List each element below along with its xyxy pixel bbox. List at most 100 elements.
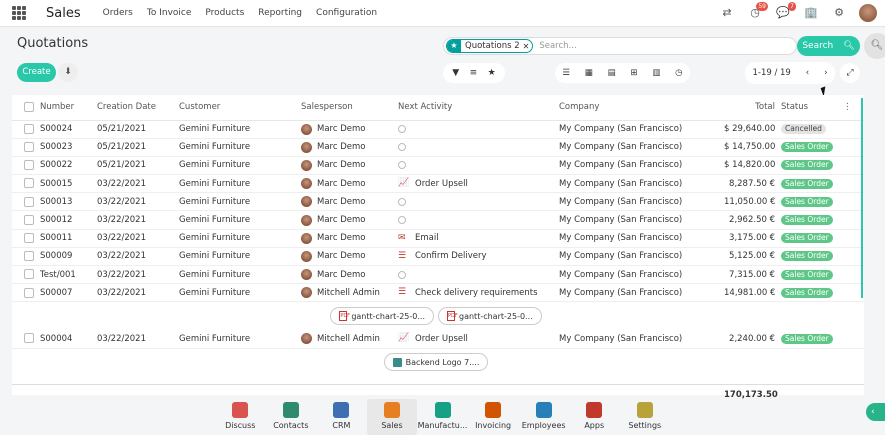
search-button[interactable]: Search 🔍︎ (797, 36, 860, 56)
header-number[interactable]: Number (40, 95, 97, 121)
kanban-view-icon[interactable]: ▦ (585, 68, 593, 78)
search-box[interactable]: ★ Quotations 2 ✕ Search... (443, 37, 797, 55)
graph-view-icon[interactable]: ▥ (652, 68, 660, 78)
row-checkbox[interactable] (24, 251, 34, 262)
language-switch-icon[interactable]: ⇄ (719, 5, 735, 21)
group-by-icon[interactable]: ≡ (470, 68, 478, 78)
header-customer[interactable]: Customer (179, 95, 301, 121)
chevron-left-icon[interactable]: ‹ (866, 403, 885, 421)
menu-configuration[interactable]: Configuration (316, 8, 377, 18)
row-checkbox[interactable] (24, 333, 34, 344)
row-checkbox[interactable] (24, 214, 34, 225)
row-checkbox[interactable] (24, 142, 34, 153)
table-row[interactable]: S00007 03/22/2021 Gemini Furniture Mitchell… (12, 283, 864, 303)
apps-menu-icon[interactable] (12, 6, 26, 20)
activity-clock-icon[interactable] (398, 143, 406, 152)
pager-previous-icon[interactable]: ‹ (806, 68, 809, 78)
dock-app-label: Discuss (225, 421, 256, 430)
table-row[interactable]: S00012 03/22/2021 Gemini Furniture Marc Dem… (12, 210, 864, 230)
email-envelope-icon[interactable]: ✉ (398, 233, 410, 243)
row-checkbox[interactable] (24, 232, 34, 243)
pager-next-icon[interactable]: › (824, 68, 827, 78)
dock-app-sales[interactable]: Sales (366, 399, 418, 435)
table-row[interactable]: S00023 05/21/2021 Gemini Furniture Marc Dem… (12, 138, 864, 157)
pivot-view-icon[interactable]: ⊞ (630, 68, 637, 78)
list-view-icon[interactable]: ☰ (562, 68, 570, 78)
table-row[interactable]: S00013 03/22/2021 Gemini Furniture Marc Dem… (12, 192, 864, 212)
user-avatar[interactable] (859, 4, 877, 22)
dock-app-settings[interactable]: Settings (620, 399, 671, 435)
upsell-chart-icon[interactable]: 📈 (398, 334, 410, 343)
scrollbar[interactable] (861, 98, 863, 298)
row-checkbox[interactable] (24, 160, 34, 171)
row-checkbox[interactable] (24, 123, 34, 134)
table-row[interactable]: S00022 05/21/2021 Gemini Furniture Marc Dem… (12, 156, 864, 176)
menu-to-invoice[interactable]: To Invoice (147, 8, 192, 18)
dock-app-apps[interactable]: Apps (569, 399, 620, 435)
table-row[interactable]: Test/001 03/22/2021 Gemini Furniture Marc D… (12, 265, 864, 285)
menu-orders[interactable]: Orders (103, 8, 133, 18)
expand-icon[interactable]: ⤢ (840, 63, 860, 83)
dock-app-manufactu[interactable]: Manufactu... (417, 399, 468, 435)
menu-products[interactable]: Products (205, 8, 244, 18)
view-switcher: ☰ ▦ ▤ ⊞ ▥ ◷ (555, 63, 690, 83)
cell-total: 8,287.50 € (724, 174, 781, 194)
create-button[interactable]: Create (17, 63, 56, 82)
todo-list-icon[interactable]: ☰ (398, 251, 410, 261)
table-row[interactable]: S00024 05/21/2021 Gemini Furniture Marc Dem… (12, 120, 864, 139)
dock-app-employees[interactable]: Employees (518, 399, 569, 435)
cell-next-activity: Check delivery requirements (415, 287, 538, 298)
pager: 1-19 / 19 ‹ › (745, 62, 835, 84)
header-total[interactable]: Total (724, 95, 781, 121)
calendar-view-icon[interactable]: ▤ (608, 68, 616, 78)
table-row[interactable]: S00015 03/22/2021 Gemini Furniture Marc Dem… (12, 174, 864, 194)
header-company[interactable]: Company (559, 95, 724, 121)
dock-app-label: Manufactu... (417, 421, 468, 430)
header-salesperson[interactable]: Salesperson (301, 95, 398, 121)
messages-icon[interactable]: 💬 7 (775, 2, 796, 21)
company-building-icon[interactable]: 🏢 (803, 5, 819, 21)
cell-company: My Company (San Francisco) (559, 192, 724, 212)
download-icon[interactable]: ⬇ (58, 63, 78, 82)
filter-icon[interactable]: ▼ (452, 68, 459, 78)
activity-view-icon[interactable]: ◷ (675, 68, 682, 78)
todo-list-icon[interactable]: ☰ (398, 288, 410, 297)
app-brand[interactable]: Sales (46, 6, 81, 21)
activity-clock-icon[interactable] (398, 270, 406, 279)
activity-clock-icon[interactable]: ◷ 59 (747, 2, 768, 21)
dock-app-invoicing[interactable]: Invoicing (468, 399, 519, 435)
remove-facet-icon[interactable]: ✕ (523, 42, 533, 51)
header-next-activity[interactable]: Next Activity (398, 95, 559, 121)
attachment-chip[interactable]: PDF gantt-chart-25-0... (330, 307, 434, 326)
menu-reporting[interactable]: Reporting (258, 8, 302, 18)
activity-clock-icon[interactable] (398, 216, 406, 225)
table-row[interactable]: S00011 03/22/2021 Gemini Furniture Marc Dem… (12, 229, 864, 248)
side-search-icon[interactable]: 🔍︎ (864, 33, 885, 59)
select-all-checkbox[interactable] (24, 102, 34, 112)
attachment-chip[interactable]: Backend Logo 7.... (383, 353, 489, 372)
row-checkbox[interactable] (24, 196, 34, 207)
dock-app-discuss[interactable]: Discuss (215, 399, 266, 435)
row-checkbox[interactable] (24, 269, 34, 280)
settings-gear-icon[interactable]: ⚙ (831, 5, 847, 21)
cell-salesperson: Marc Demo (317, 178, 366, 189)
dock-app-contacts[interactable]: Contacts (266, 399, 317, 435)
header-creation-date[interactable]: Creation Date (97, 95, 179, 121)
activity-clock-icon[interactable] (398, 161, 406, 170)
favorites-star-icon[interactable]: ★ (488, 68, 496, 78)
cell-creation-date: 03/22/2021 (97, 192, 179, 212)
activity-clock-icon[interactable] (398, 197, 406, 206)
row-checkbox[interactable] (24, 287, 34, 298)
attachment-chip[interactable]: PDF gantt-chart-25-0... (438, 307, 542, 326)
activity-clock-icon[interactable] (398, 125, 406, 134)
table-row[interactable]: S00009 03/22/2021 Gemini Furniture Marc Dem… (12, 247, 864, 267)
header-status[interactable]: Status (781, 95, 843, 121)
app-icon (232, 402, 249, 418)
search-input[interactable]: Search... (539, 41, 576, 51)
table-row[interactable]: S00004 03/22/2021 Gemini Furniture Mitchell… (12, 329, 864, 349)
dock-app-crm[interactable]: CRM (316, 399, 367, 435)
salesperson-avatar (301, 178, 312, 190)
row-checkbox[interactable] (24, 178, 34, 189)
upsell-chart-icon[interactable]: 📈 (398, 179, 410, 188)
pager-value[interactable]: 1-19 / 19 (752, 68, 790, 78)
